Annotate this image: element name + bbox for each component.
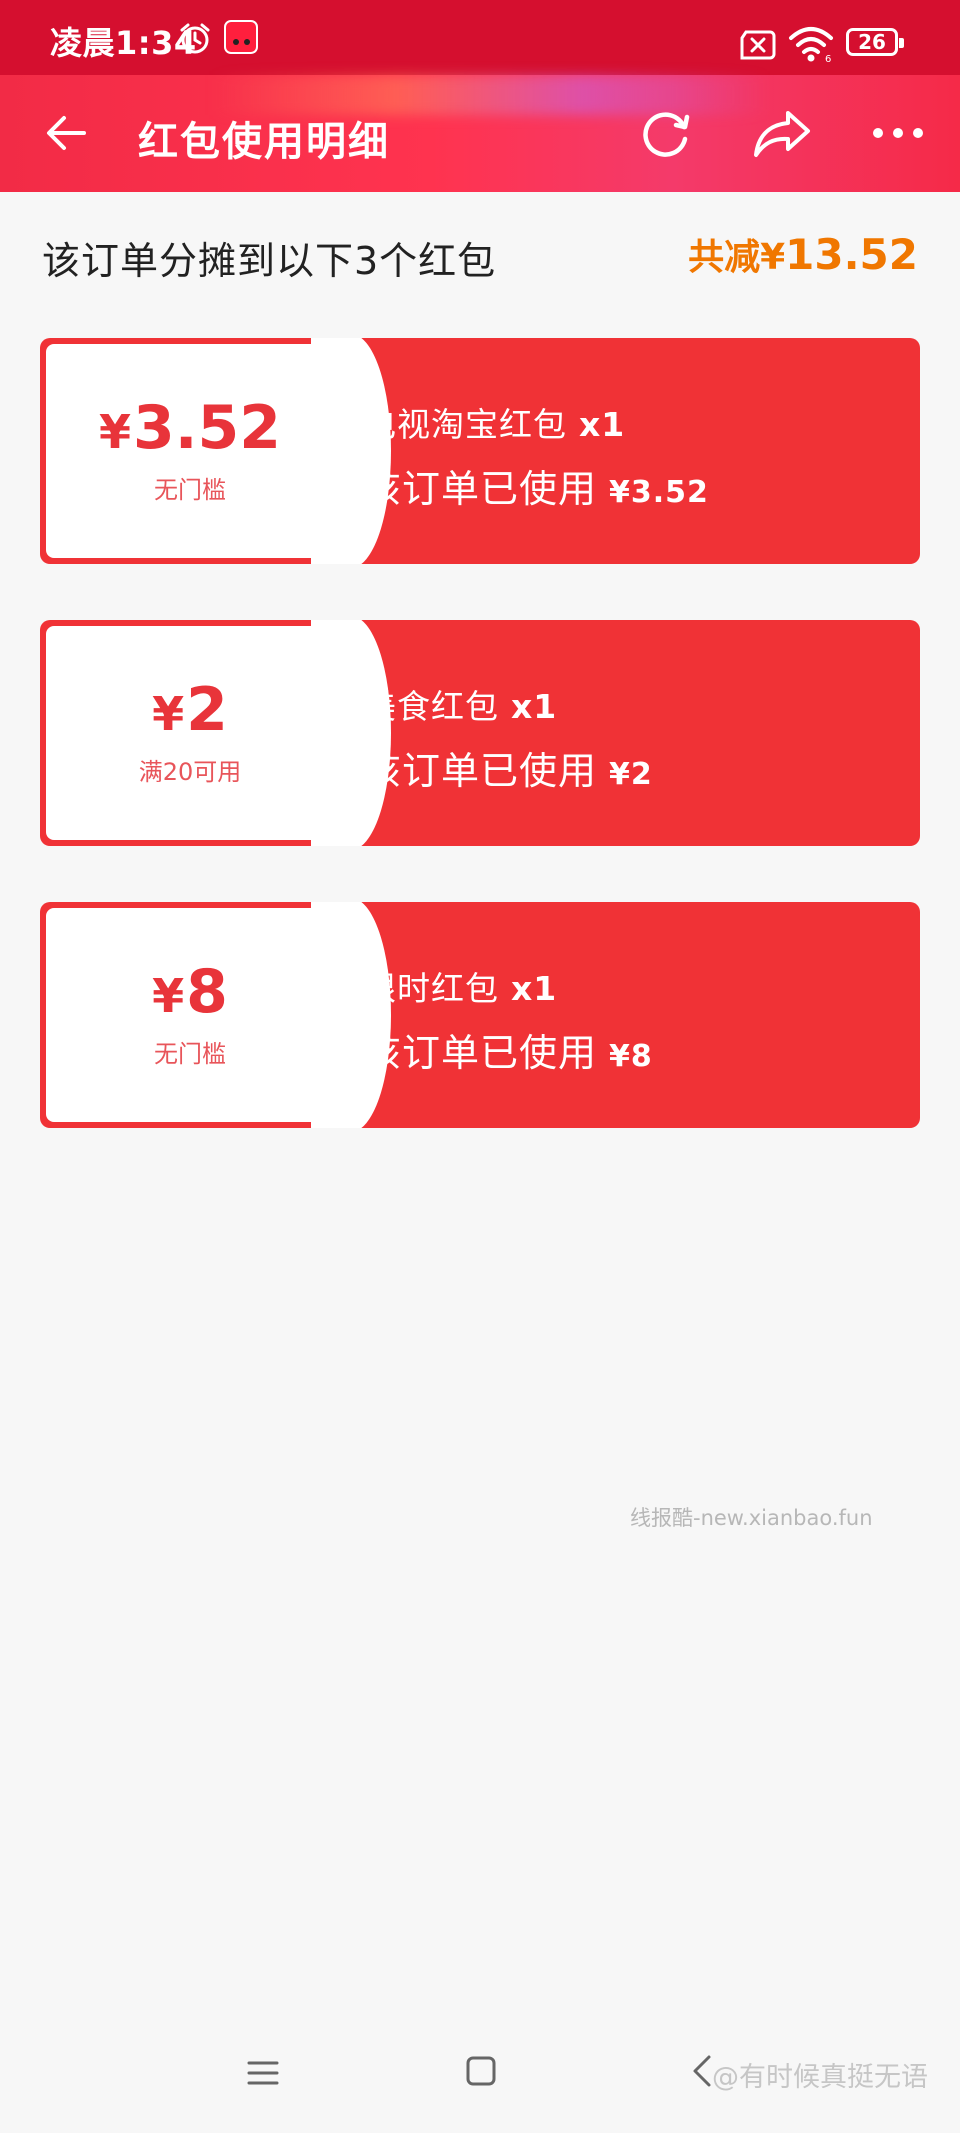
tmall-app-icon [224,20,258,54]
card-amount: ¥3.52 [98,393,282,463]
red-packet-card[interactable]: ¥2 满20可用 美食红包 x1 该订单已使用 ¥2 [40,620,920,846]
back-icon[interactable] [690,2053,714,2089]
home-icon[interactable] [465,2055,497,2087]
red-packet-card[interactable]: ¥8 无门槛 限时红包 x1 该订单已使用 ¥8 [40,902,920,1128]
summary-text: 该订单分摊到以下3个红包 [42,239,497,283]
card-name: 美食红包 x1 [363,687,558,726]
card-amount: ¥8 [152,957,228,1027]
top-nav-bar: 红包使用明细 [0,75,960,192]
card-condition: 无门槛 [154,1040,226,1068]
no-sim-icon [740,30,776,60]
card-used: 该订单已使用 ¥3.52 [363,467,709,511]
total-discount: 共减¥13.52 [688,228,918,280]
card-condition: 满20可用 [138,758,242,786]
total-prefix: 共减¥ [688,237,786,278]
card-condition: 无门槛 [154,476,226,504]
page-title: 红包使用明细 [138,119,390,165]
weibo-watermark: @有时候真挺无语 [712,2062,928,2093]
card-name: 电视淘宝红包 x1 [363,405,626,444]
watermark-text: 线报酷-new.xianbao.fun [630,1506,873,1530]
card-name: 限时红包 x1 [363,969,558,1008]
card-amount: ¥2 [152,675,228,745]
wifi-icon: 6 [789,27,833,64]
total-amount: 13.52 [785,230,918,279]
status-time: 凌晨1:34 [50,24,197,62]
battery-icon: 26 [846,28,904,56]
red-packet-card[interactable]: ¥3.52 无门槛 电视淘宝红包 x1 该订单已使用 ¥3.52 [40,338,920,564]
share-icon[interactable] [752,107,812,159]
battery-level: 26 [858,30,886,54]
alarm-icon [180,23,210,54]
back-arrow-icon[interactable] [44,113,88,153]
more-icon[interactable] [870,123,926,143]
card-used: 该订单已使用 ¥8 [363,1031,653,1075]
menu-icon[interactable] [246,2058,280,2088]
svg-text:6: 6 [825,54,831,64]
card-used: 该订单已使用 ¥2 [363,749,653,793]
refresh-icon[interactable] [638,105,694,161]
status-bar: 凌晨1:34 6 26 [0,0,960,75]
